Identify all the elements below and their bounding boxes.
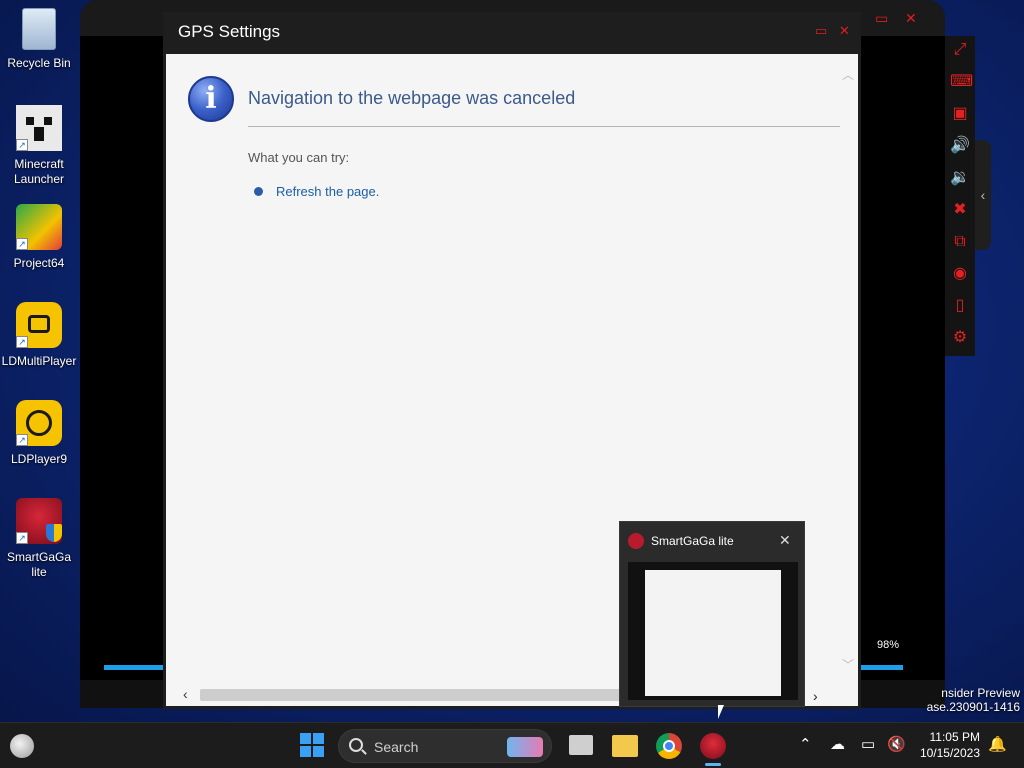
horizontal-scrollbar[interactable] [200,689,650,701]
multi-instance-icon[interactable]: ⧉ [950,232,970,252]
taskbar: Search ⌃ ☁ ▭ 🔇 11:05 PM 10/15/2023 🔔 [0,722,1024,768]
smartgaga-taskbar-icon[interactable] [700,733,726,759]
ldplayer9-icon: ↗ [16,400,62,446]
chrome-icon[interactable] [656,733,682,759]
keyboard-icon[interactable]: ⌨ [950,72,973,92]
desktop-icon-label: Recycle Bin [7,56,71,70]
desktop-icon-smartgaga[interactable]: ↗ SmartGaGa lite [0,498,78,580]
fullscreen-icon[interactable]: ⤢ [950,40,970,60]
watermark-line: ase.230901-1416 [926,700,1020,714]
maximize-icon[interactable]: ▭ [875,10,888,26]
volume-down-icon[interactable]: 🔉 [950,168,970,188]
desktop-icon-recycle-bin[interactable]: Recycle Bin [0,8,78,71]
desktop-icon-ldmultiplayer[interactable]: ↗ LDMultiPlayer [0,302,78,369]
onedrive-icon[interactable]: ☁ [830,736,845,754]
scroll-down-icon[interactable]: ﹀ [842,656,854,673]
location-icon[interactable]: ◉ [950,264,970,284]
desktop-icon-label: Project64 [13,256,65,270]
volume-up-icon[interactable]: 🔊 [950,136,970,156]
project64-icon: ↗ [16,204,62,250]
settings-icon[interactable]: ⚙ [950,328,970,348]
ldmultiplayer-icon: ↗ [16,302,62,348]
refresh-link[interactable]: Refresh the page. [276,184,379,200]
shortcut-arrow-icon: ↗ [16,532,28,544]
desktop-icon-project64[interactable]: ↗ Project64 [0,204,78,271]
minecraft-icon: ↗ [16,105,62,151]
uac-shield-icon [46,524,62,542]
screen-record-icon[interactable]: ▣ [950,104,970,124]
desktop-icon-ldplayer9[interactable]: ↗ LDPlayer9 [0,400,78,467]
dialog-close-icon[interactable]: ✕ [839,23,850,39]
search-label: Search [374,739,419,755]
smartgaga-swan-icon: ↗ [16,498,62,544]
clock-time[interactable]: 11:05 PM [900,730,980,744]
close-icon[interactable]: ✕ [905,10,917,26]
thumbnail-title: SmartGaGa lite [651,534,734,548]
shortcut-arrow-icon: ↗ [16,336,28,348]
clock-date[interactable]: 10/15/2023 [900,746,980,760]
task-view-icon[interactable] [569,735,593,755]
bullet-icon [254,187,263,196]
search-highlight-icon [507,737,543,757]
progress-bar-right [860,665,903,670]
desktop-icon-minecraft[interactable]: ↗ Minecraft Launcher [0,105,78,187]
desktop-icon-label: SmartGaGa lite [6,550,72,579]
try-label: What you can try: [248,150,350,165]
shortcut-arrow-icon: ↗ [16,434,28,446]
thumbnail-close-icon[interactable]: ✕ [779,532,791,548]
info-icon: i [188,76,234,122]
dialog-title: GPS Settings [178,22,281,41]
smartgaga-icon [628,533,644,549]
thumbnail-page-preview [645,570,781,696]
active-app-indicator [705,763,721,766]
desktop-icon-label: LDPlayer9 [10,452,68,466]
start-icon[interactable] [300,733,326,759]
scroll-left-icon[interactable]: ‹ [183,686,188,702]
network-icon[interactable]: ▭ [861,736,875,754]
error-heading: Navigation to the webpage was canceled [248,88,576,108]
thumbnail-image[interactable] [628,562,798,700]
close-app-icon[interactable]: ✖ [950,200,970,220]
watermark-line: nsider Preview [941,686,1020,700]
notification-bell-icon[interactable]: 🔔 [988,736,1007,754]
progress-bar-left [104,665,164,670]
chevron-up-icon[interactable]: ⌃ [799,736,812,754]
mouse-cursor-icon [718,705,724,719]
shortcut-arrow-icon: ↗ [16,139,28,151]
divider [248,126,840,127]
file-explorer-icon[interactable] [612,735,638,757]
dialog-maximize-icon[interactable]: ▭ [815,23,827,39]
scroll-right-icon[interactable]: › [813,688,818,704]
windows-watermark: nsider Preview ase.230901-1416 [927,686,1020,714]
search-icon [349,738,363,752]
taskbar-search-box[interactable]: Search [338,729,552,763]
desktop-icon-label: LDMultiPlayer [1,354,77,368]
zoom-level: 98% [877,639,900,651]
shortcut-arrow-icon: ↗ [16,238,28,250]
scroll-up-icon[interactable]: ︿ [842,66,854,83]
desktop-icon-label: Minecraft Launcher [13,157,65,186]
shake-icon[interactable]: ▯ [950,296,970,316]
taskbar-thumbnail-preview[interactable]: SmartGaGa lite ✕ [619,521,805,707]
weather-icon[interactable] [10,734,34,758]
sidebar-collapse-handle[interactable]: ‹ [975,140,991,250]
recycle-bin-icon [22,8,56,50]
